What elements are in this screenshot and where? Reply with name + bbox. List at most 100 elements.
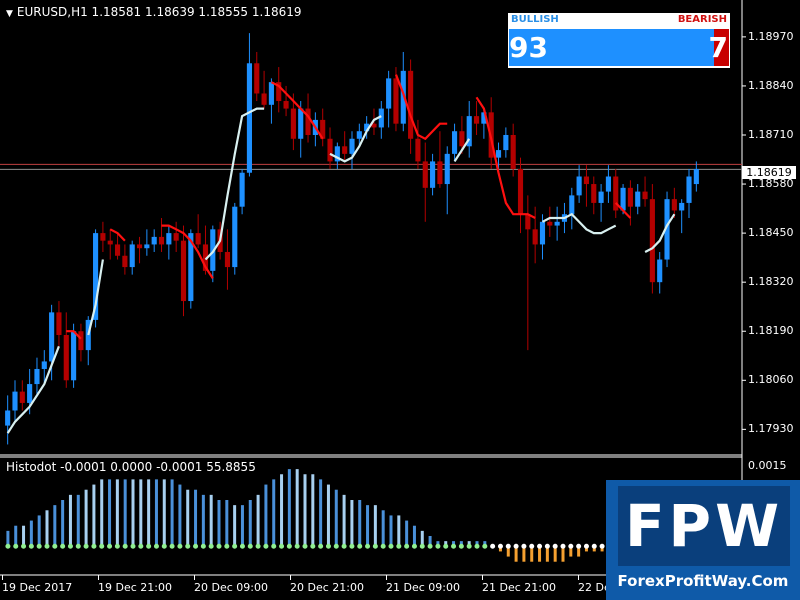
candle-body [598, 191, 604, 203]
xtick-label: 20 Dec 09:00 [194, 581, 268, 594]
histo-dot [193, 543, 199, 549]
ytick-label: 1.18450 [748, 226, 794, 240]
histo-dot [466, 543, 472, 549]
histo-dot [576, 543, 582, 549]
candle-body [605, 176, 611, 192]
histo-dot [482, 543, 488, 549]
histo-dot [122, 543, 128, 549]
bearish-value: 7 [708, 31, 728, 64]
candle-body [56, 312, 62, 336]
candle-body [151, 236, 157, 245]
xtick-mark [482, 575, 483, 580]
histo-dot [552, 543, 558, 549]
histo-dot [200, 543, 206, 549]
candle-body [49, 312, 55, 362]
histo-dot [365, 543, 371, 549]
histo-dot [474, 543, 480, 549]
bullish-label: BULLISH [511, 14, 559, 25]
ytick-label: 1.18580 [748, 177, 794, 191]
histo-dot [427, 543, 433, 549]
histo-dot [497, 543, 503, 549]
candle-body [41, 361, 47, 369]
histo-dot [138, 543, 144, 549]
candle-body [356, 131, 362, 139]
candle-body [305, 108, 311, 135]
dropdown-triangle-icon[interactable]: ▼ [6, 9, 13, 19]
histo-dot [325, 543, 331, 549]
candle-body [19, 391, 25, 403]
histo-dot [83, 543, 89, 549]
histo-dot [591, 543, 597, 549]
candle-body [268, 82, 274, 105]
histo-dot [357, 543, 363, 549]
candle-body [136, 244, 143, 249]
candle-body [173, 233, 179, 241]
histo-dot [13, 543, 19, 549]
candle-body [71, 331, 77, 381]
histo-dot [404, 543, 410, 549]
logo-box: FPW [618, 486, 790, 566]
candle-body [349, 138, 355, 154]
candle-body [473, 116, 480, 124]
histo-dot [451, 543, 457, 549]
sentiment-panel: BULLISH BEARISH 93 7 [508, 13, 730, 68]
histo-dot [107, 543, 113, 549]
histo-dot [216, 543, 222, 549]
histo-dot [60, 543, 66, 549]
histo-dot [341, 543, 347, 549]
histo-dot [224, 543, 230, 549]
candle-body [686, 176, 692, 203]
chart-title-text: EURUSD,H1 1.18581 1.18639 1.18555 1.1861… [16, 5, 302, 19]
candle-body [261, 93, 267, 105]
candle-body [114, 244, 121, 256]
histodot-dots [5, 543, 605, 549]
candle-body [298, 108, 304, 139]
candle-body [158, 236, 165, 245]
histo-dot [91, 543, 97, 549]
candle-body [444, 153, 450, 185]
candle-body [495, 150, 502, 158]
candle-body [422, 161, 428, 188]
candle-body [246, 63, 252, 173]
candle-body [78, 331, 84, 351]
candle-body [657, 259, 663, 283]
histo-dot [75, 543, 81, 549]
candle-body [393, 78, 399, 124]
histo-dot [153, 543, 159, 549]
histo-dot [349, 543, 355, 549]
histo-dot [28, 543, 34, 549]
xtick-label: 19 Dec 2017 [2, 581, 73, 594]
histo-dot [67, 543, 73, 549]
candle-body [224, 251, 231, 268]
candle-body [100, 233, 106, 241]
candle-body [107, 240, 113, 245]
candle-body [144, 244, 150, 249]
candle-body [5, 410, 11, 426]
histo-dot [232, 543, 238, 549]
candle-body [12, 391, 18, 411]
histo-dot [583, 543, 589, 549]
histo-dot [411, 543, 417, 549]
histo-dot [177, 543, 183, 549]
candle-body [583, 176, 590, 185]
histo-dot [279, 543, 285, 549]
histo-dot [263, 543, 269, 549]
histo-dot [271, 543, 277, 549]
histo-dot [310, 543, 316, 549]
candle-body [122, 255, 128, 268]
histo-dot [443, 543, 449, 549]
xtick-mark [2, 575, 3, 580]
xtick-label: 21 Dec 21:00 [482, 581, 556, 594]
indicator-title: Histodot -0.0001 0.0000 -0.0001 55.8855 [6, 460, 256, 474]
histo-dot [239, 543, 245, 549]
candle-body [649, 199, 655, 283]
histo-dot [169, 543, 175, 549]
candle-body [532, 229, 538, 245]
ytick-label: 1.18190 [748, 324, 794, 338]
histo-dot [396, 543, 402, 549]
xtick-label: 21 Dec 09:00 [386, 581, 460, 594]
candle-body [27, 384, 33, 403]
chart-title: ▼ EURUSD,H1 1.18581 1.18639 1.18555 1.186… [6, 5, 302, 19]
candle-body [671, 199, 677, 211]
candle-body [34, 368, 40, 385]
